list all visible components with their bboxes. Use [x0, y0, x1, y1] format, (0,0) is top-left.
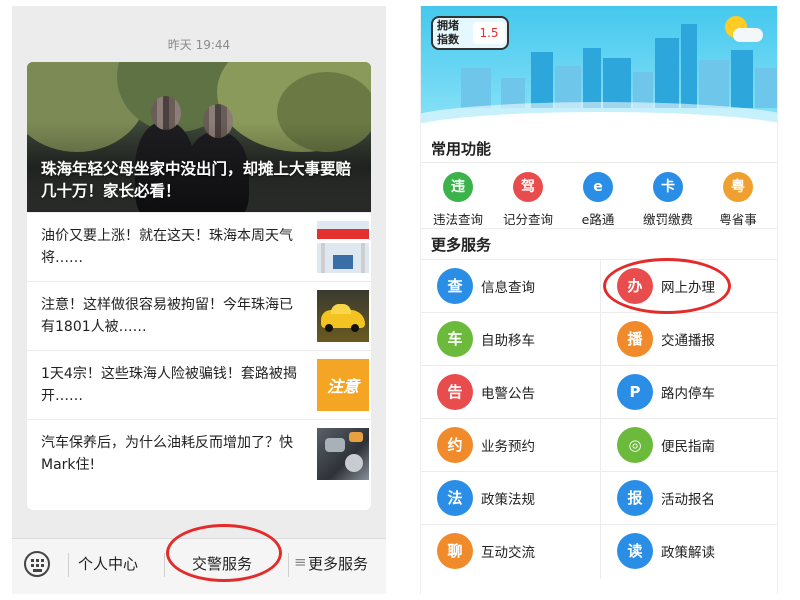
quick-e-road[interactable]: e e路通 [563, 172, 633, 228]
yellow-car-thumbnail [317, 290, 369, 342]
article-item[interactable]: 1天4宗！这些珠海人险被骗钱！套路被揭开…… 注意 [27, 350, 371, 419]
engine-thumbnail [317, 428, 369, 480]
wechat-chat-panel: 昨天 19:44 珠海年轻父母坐家中没出门，却摊上大事要赔几十万！家长必看！ 油… [12, 6, 386, 594]
congestion-index-value: 1.5 [473, 22, 505, 44]
article-title: 注意！这样做很容易被拘留！今年珠海已有1801人被…… [41, 297, 293, 335]
article-card: 珠海年轻父母坐家中没出门，却摊上大事要赔几十万！家长必看！ 油价又要上涨！就在这… [27, 62, 371, 510]
fine-payment-icon: 卡 [653, 172, 683, 202]
highlight-circle [603, 258, 731, 314]
service-event-signup[interactable]: 报 活动报名 [601, 472, 777, 524]
keyboard-icon[interactable] [24, 551, 50, 577]
city-banner: 拥堵指数 1.5 [421, 6, 777, 130]
article-title: 油价又要上涨！就在这天！珠海本周天气将…… [41, 228, 293, 266]
notice-thumbnail: 注意 [317, 359, 369, 411]
service-convenience-guide[interactable]: ◎ 便民指南 [601, 419, 777, 471]
article-title: 汽车保养后，为什么油耗反而增加了？快Mark住! [41, 435, 293, 473]
article-item[interactable]: 注意！这样做很容易被拘留！今年珠海已有1801人被…… [27, 281, 371, 350]
menu-list-icon: ≡ [294, 553, 307, 571]
article-item[interactable]: 汽车保养后，为什么油耗反而增加了？快Mark住! [27, 419, 371, 488]
more-services-title: 更多服务 [431, 236, 492, 254]
info-query-icon: 查 [437, 268, 473, 304]
notice-thumbnail-text: 注意 [326, 377, 359, 396]
service-policy-regulations[interactable]: 法 政策法规 [421, 472, 599, 524]
hero-article[interactable]: 珠海年轻父母坐家中没出门，却摊上大事要赔几十万！家长必看！ [27, 62, 371, 212]
gavel-icon: 法 [437, 480, 473, 516]
service-interaction[interactable]: 聊 互动交流 [421, 525, 599, 577]
yue-sheng-shi-icon: 粤 [723, 172, 753, 202]
violation-query-icon: 违 [443, 172, 473, 202]
quick-violation-query[interactable]: 违 违法查询 [423, 172, 493, 228]
congestion-index-label: 拥堵指数 [437, 19, 459, 46]
menu-more-services[interactable]: 更多服务 [308, 553, 368, 574]
article-title: 1天4宗！这些珠海人险被骗钱！套路被揭开…… [41, 366, 297, 404]
policy-interpretation-icon: 读 [617, 533, 653, 569]
e-road-icon: e [583, 172, 613, 202]
street-parking-icon: P [617, 374, 653, 410]
menu-personal-center[interactable]: 个人中心 [78, 553, 138, 574]
event-signup-icon: 报 [617, 480, 653, 516]
congestion-index-badge[interactable]: 拥堵指数 1.5 [431, 16, 509, 50]
appointment-calendar-icon: 约 [437, 427, 473, 463]
hero-article-title: 珠海年轻父母坐家中没出门，却摊上大事要赔几十万！家长必看！ [41, 160, 352, 200]
common-functions-title: 常用功能 [431, 140, 492, 158]
quick-points-query[interactable]: 驾 记分查询 [493, 172, 563, 228]
service-policy-interpretation[interactable]: 读 政策解读 [601, 525, 777, 577]
traffic-broadcast-icon: 播 [617, 321, 653, 357]
camera-notice-icon: 告 [437, 374, 473, 410]
chat-icon: 聊 [437, 533, 473, 569]
self-move-car-icon: 车 [437, 321, 473, 357]
service-traffic-broadcast[interactable]: 播 交通播报 [601, 313, 777, 365]
service-camera-notice[interactable]: 告 电警公告 [421, 366, 599, 418]
service-appointment[interactable]: 约 业务预约 [421, 419, 599, 471]
quick-yue-sheng-shi[interactable]: 粤 粤省事 [703, 172, 773, 228]
compass-icon: ◎ [617, 427, 653, 463]
service-info-query[interactable]: 查 信息查询 [421, 260, 599, 312]
highlight-circle [166, 524, 282, 582]
service-street-parking[interactable]: P 路内停车 [601, 366, 777, 418]
gas-station-thumbnail [317, 221, 369, 273]
message-timestamp: 昨天 19:44 [167, 38, 231, 52]
quick-fine-payment[interactable]: 卡 缴罚缴费 [633, 172, 703, 228]
points-query-icon: 驾 [513, 172, 543, 202]
service-self-move-car[interactable]: 车 自助移车 [421, 313, 599, 365]
article-item[interactable]: 油价又要上涨！就在这天！珠海本周天气将…… [27, 212, 371, 281]
traffic-service-page: 拥堵指数 1.5 常用功能 违 违法查询 驾 记分查询 e e路通 卡 缴罚缴费… [420, 6, 778, 594]
cloud-icon [733, 28, 763, 42]
